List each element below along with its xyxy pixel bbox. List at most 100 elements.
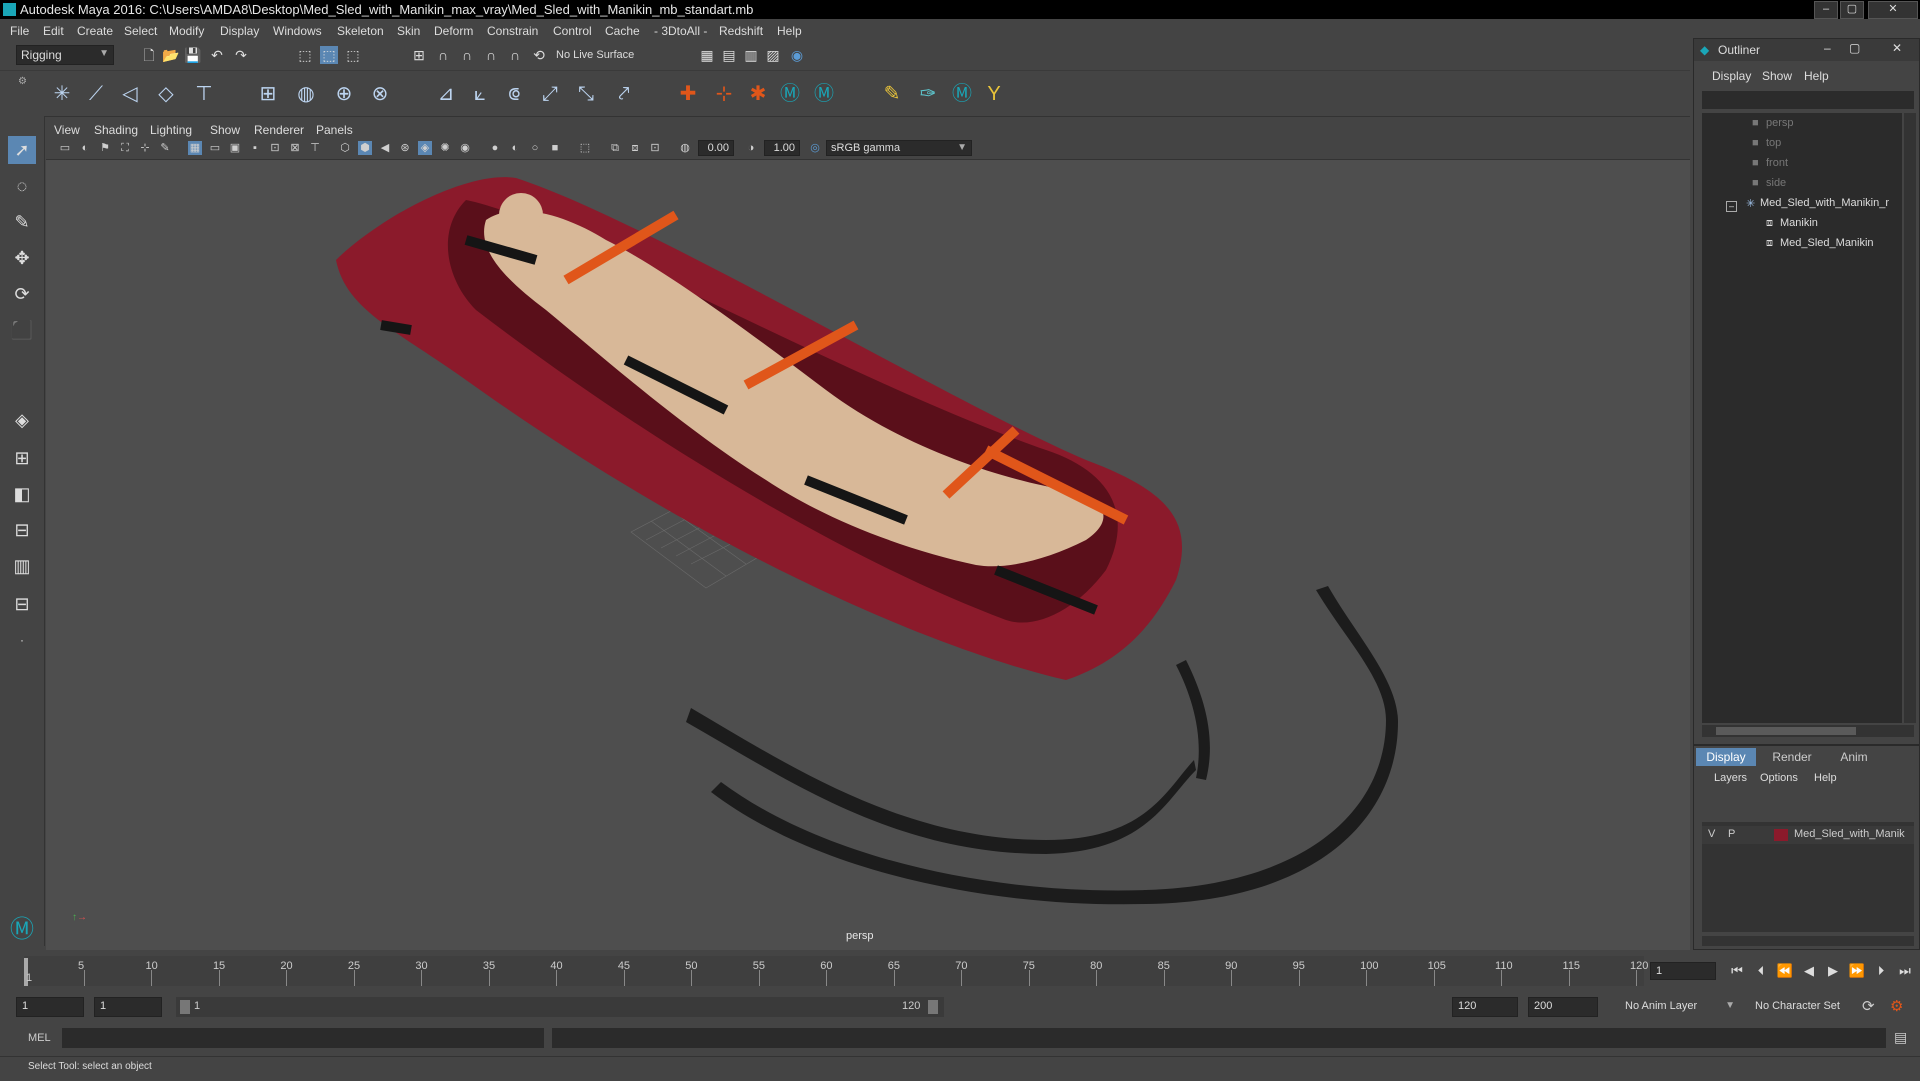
snap-surface-icon[interactable]: ∩ [506, 46, 524, 64]
open-scene-icon[interactable]: 📂 [162, 46, 180, 64]
outliner-menu-help[interactable]: Help [1804, 69, 1829, 83]
quick-rig-icon[interactable]: ✑ [914, 80, 942, 108]
menu-redshift[interactable]: Redshift [719, 24, 763, 38]
script-editor-icon[interactable]: ▤ [1894, 1029, 1907, 1046]
3dtoall-icon-c[interactable]: Ⓜ [948, 80, 976, 108]
y-shape-icon[interactable]: Y [980, 80, 1008, 108]
exposure-field[interactable]: 0.00 [698, 140, 734, 156]
collapse-icon[interactable]: – [1726, 201, 1737, 212]
go-to-start-icon[interactable]: ⏮ [1728, 962, 1746, 980]
default-lighting-icon[interactable]: ◀ [378, 141, 392, 155]
panel-menu-panels[interactable]: Panels [316, 123, 353, 137]
hik-icon[interactable]: ✱ [744, 80, 772, 108]
outliner-item[interactable]: ⧈ Manikin [1702, 217, 1902, 237]
layer-horizontal-scrollbar[interactable] [1702, 936, 1914, 946]
menu-file[interactable]: File [10, 24, 29, 38]
joint-orient-icon[interactable]: ⊹ [710, 80, 738, 108]
layers-menu-help[interactable]: Help [1814, 772, 1837, 784]
range-bar[interactable]: 1 120 [176, 997, 944, 1017]
minimize-icon[interactable]: – [1824, 41, 1831, 55]
paint-weights-icon[interactable]: ✎ [878, 80, 906, 108]
joint-tool-icon[interactable]: ✳ [48, 80, 76, 108]
resolution-gate-icon[interactable]: ▣ [228, 141, 242, 155]
range-start-handle[interactable] [180, 1000, 190, 1014]
panel-menu-view[interactable]: View [54, 123, 80, 137]
outliner-menu-show[interactable]: Show [1762, 69, 1792, 83]
menu-edit[interactable]: Edit [43, 24, 64, 38]
grid-icon[interactable]: ▦ [188, 141, 202, 155]
2d-pan-zoom-icon[interactable]: ⊹ [138, 141, 152, 155]
current-frame-field[interactable]: 1 [1650, 962, 1716, 980]
undo-icon[interactable]: ↶ [208, 46, 226, 64]
ipr-render-icon[interactable]: ▥ [742, 46, 760, 64]
motion-blur-icon[interactable]: ● [488, 141, 502, 155]
range-end-handle[interactable] [928, 1000, 938, 1014]
snap-curve-icon[interactable]: ∩ [434, 46, 452, 64]
outliner-horizontal-scrollbar[interactable] [1702, 725, 1914, 737]
scale-constraint-icon[interactable]: ⤢ [536, 80, 564, 108]
outliner-vertical-scrollbar[interactable] [1904, 113, 1916, 723]
maximize-icon[interactable]: ▢ [1849, 41, 1860, 55]
menu-cache[interactable]: Cache [605, 24, 640, 38]
bind-skin-icon[interactable]: ⊗ [366, 80, 394, 108]
more-layouts-icon[interactable]: · [8, 626, 36, 654]
panel-menu-show[interactable]: Show [210, 123, 240, 137]
camera-attributes-icon[interactable]: ◐ [78, 141, 92, 155]
outliner-item[interactable]: ■ side [1702, 177, 1902, 197]
orient-constraint-icon[interactable]: ⟃ [500, 80, 528, 108]
menu-display[interactable]: Display [220, 24, 259, 38]
live-surface-label[interactable]: No Live Surface [556, 49, 634, 61]
select-tool-icon[interactable]: ➚ [8, 136, 36, 164]
menu-select[interactable]: Select [124, 24, 157, 38]
snap-point-icon[interactable]: ∩ [458, 46, 476, 64]
safe-action-icon[interactable]: ⊠ [288, 141, 302, 155]
mirror-joint-icon[interactable]: ⊤ [190, 80, 218, 108]
isolate-select-icon[interactable]: ■ [548, 141, 562, 155]
playback-start-field[interactable]: 1 [94, 997, 162, 1017]
snap-vertex-icon[interactable]: ⟲ [530, 46, 548, 64]
outliner-tree[interactable]: ■ persp ■ top ■ front ■ side – ✳ Med_Sled_with… [1702, 113, 1902, 723]
play-forwards-icon[interactable]: ▶ [1824, 962, 1842, 980]
x-ray-joints-icon[interactable]: ⧉ [608, 141, 622, 155]
x-ray-components-icon[interactable]: ⧈ [628, 141, 642, 155]
snap-grid-icon[interactable]: ⊞ [410, 46, 428, 64]
shelf-options-icon[interactable]: ⚙ [18, 76, 27, 87]
select-hierarchy-icon[interactable]: ⬚ [296, 46, 314, 64]
image-plane-icon[interactable]: ⛶ [118, 141, 132, 155]
render-view-icon[interactable]: ▨ [764, 46, 782, 64]
go-to-end-icon[interactable]: ⏭ [1896, 962, 1914, 980]
parent-constraint-icon[interactable]: ⤡ [572, 80, 600, 108]
smooth-shade-icon[interactable]: ⬢ [358, 141, 372, 155]
x-ray-icon[interactable]: ⬚ [578, 141, 592, 155]
save-scene-icon[interactable]: 💾 [184, 46, 202, 64]
cluster-icon[interactable]: ⊞ [254, 80, 282, 108]
outliner-item[interactable]: ⧈ Med_Sled_Manikin [1702, 237, 1902, 257]
scale-tool-icon[interactable]: ⬛ [8, 316, 36, 344]
redo-icon[interactable]: ↷ [232, 46, 250, 64]
aim-constraint-icon[interactable]: ⟀ [466, 80, 494, 108]
locator-icon[interactable]: ✚ [674, 80, 702, 108]
step-back-key-icon[interactable]: ⏪ [1776, 962, 1794, 980]
gamma-icon[interactable]: ◑ [744, 141, 758, 155]
shadows-icon[interactable]: ✺ [438, 141, 452, 155]
color-management-icon[interactable]: ◎ [808, 141, 822, 155]
layers-menu-options[interactable]: Options [1760, 772, 1798, 784]
four-view-layout-icon[interactable]: ⊞ [8, 444, 36, 472]
outliner-item[interactable]: ■ persp [1702, 117, 1902, 137]
gamma-field[interactable]: 1.00 [764, 140, 800, 156]
pole-vector-icon[interactable]: ⤤ [610, 80, 638, 108]
step-back-icon[interactable]: ⏴ [1752, 962, 1770, 980]
menu-control[interactable]: Control [553, 24, 592, 38]
3dtoall-icon-b[interactable]: Ⓜ [810, 80, 838, 108]
use-all-lights-icon[interactable]: ◈ [418, 141, 432, 155]
layer-visibility-toggle[interactable]: V [1708, 828, 1715, 840]
outliner-item[interactable]: ■ front [1702, 157, 1902, 177]
lasso-tool-icon[interactable]: ◌ [8, 172, 36, 200]
exposure-icon[interactable]: ◍ [678, 141, 692, 155]
time-slider[interactable]: 5 10 15 20 25 30 35 40 45 50 55 60 65 70 75 80 85 90 95 100… [0, 952, 1920, 992]
hypershade-layout-icon[interactable]: ⊟ [8, 590, 36, 618]
close-button[interactable]: ✕ [1868, 1, 1918, 19]
select-component-icon[interactable]: ⬚ [344, 46, 362, 64]
paint-select-icon[interactable]: ✎ [8, 208, 36, 236]
tab-anim[interactable]: Anim [1824, 748, 1884, 766]
